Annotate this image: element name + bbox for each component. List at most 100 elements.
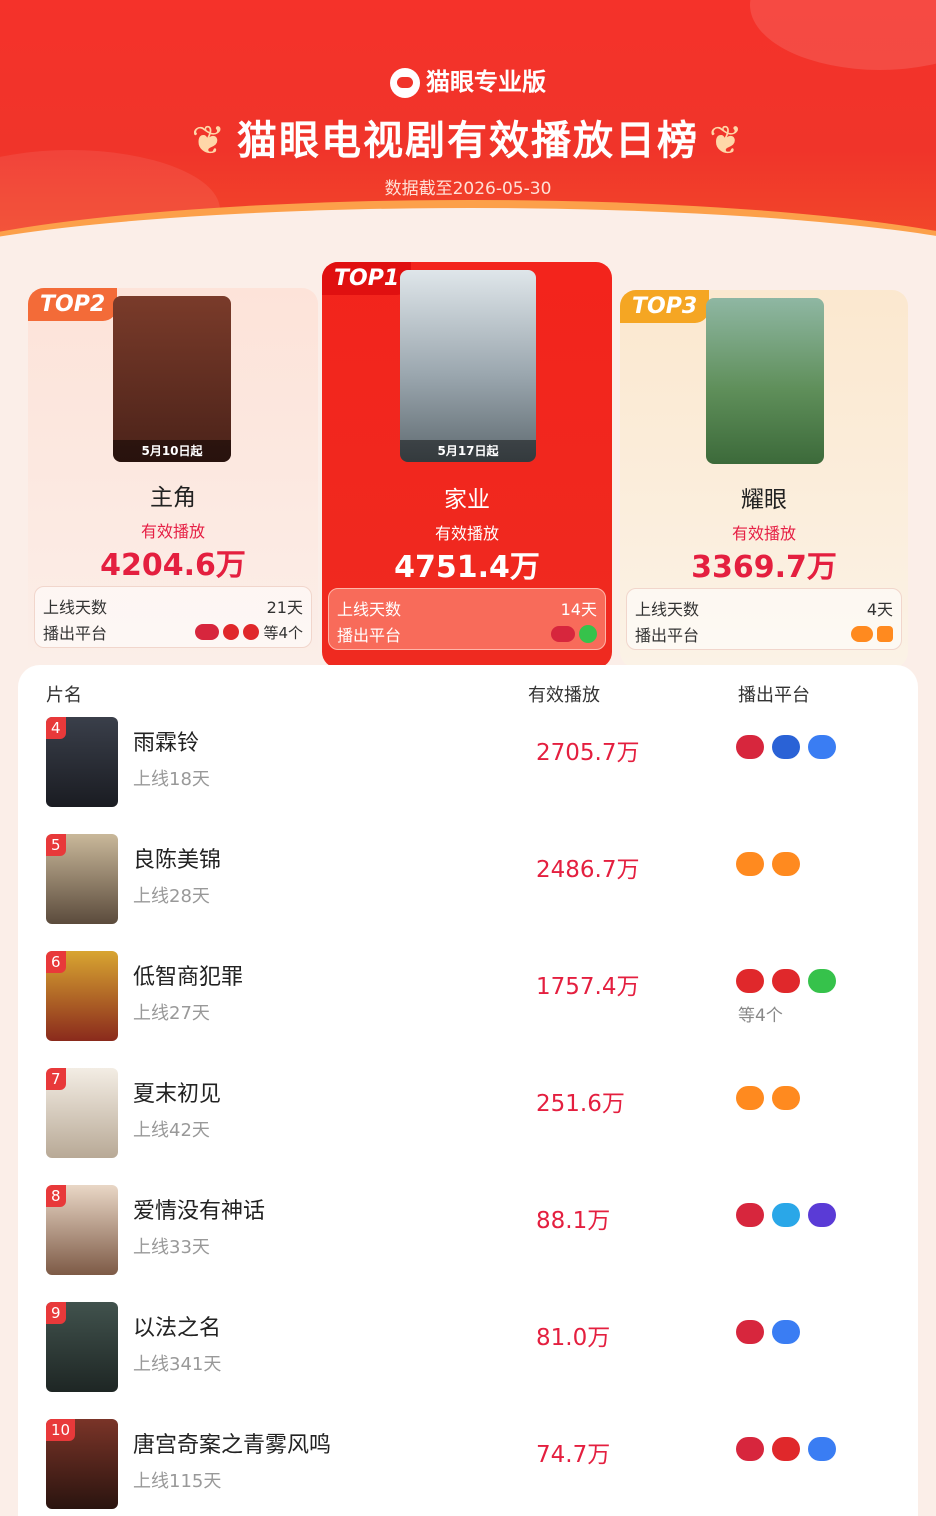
stat-box: 上线天数 4天 播出平台	[626, 588, 902, 650]
metric-value: 4204.6万	[100, 548, 246, 583]
platform-icons	[736, 852, 800, 876]
jiangsu-tv-icon	[736, 969, 764, 993]
days-online: 上线28天	[133, 886, 210, 907]
days-online: 上线42天	[133, 1120, 210, 1141]
poster-thumb: 7	[46, 1068, 118, 1158]
page-title: ❦ 猫眼电视剧有效播放日榜 ❦	[0, 108, 936, 166]
drama-title: 雨霖铃	[133, 731, 200, 756]
poster-image: 5月17日起	[400, 270, 536, 462]
cctv-icon	[551, 626, 575, 642]
list-item[interactable]: 7 夏末初见 上线42天 251.6万	[18, 1068, 918, 1185]
col-header-platform: 播出平台	[738, 685, 810, 706]
platform-more: 等4个	[263, 623, 303, 642]
days-label: 上线天数	[635, 600, 700, 619]
platform-icons	[736, 735, 836, 759]
days-online: 上线33天	[133, 1237, 210, 1258]
poster-caption: 5月17日起	[400, 440, 536, 462]
dragon-tv-icon	[772, 969, 800, 993]
top1-card[interactable]: TOP1 5月17日起 家业 有效播放 4751.4万 上线天数 14天 播出平台	[322, 262, 612, 668]
list-item[interactable]: 6 低智商犯罪 上线27天 1757.4万 等4个	[18, 951, 918, 1068]
metric-value: 3369.7万	[691, 550, 837, 585]
zhejiang-tv-icon	[772, 735, 800, 759]
cctv-icon	[736, 1203, 764, 1227]
mgtv-icon	[772, 1086, 800, 1110]
list-item[interactable]: 8 爱情没有神话 上线33天 88.1万	[18, 1185, 918, 1302]
tencent-video-icon	[772, 1203, 800, 1227]
poster-thumb: 8	[46, 1185, 118, 1275]
mango-icon	[736, 1086, 764, 1110]
mango-icon	[736, 852, 764, 876]
days-label: 上线天数	[337, 600, 402, 619]
days-online: 上线27天	[133, 1003, 210, 1024]
drama-title: 爱情没有神话	[133, 1199, 266, 1224]
platform-icons	[551, 625, 597, 643]
poster-caption: 5月10日起	[113, 440, 231, 462]
youku-icon	[772, 1320, 800, 1344]
metric-value: 2486.7万	[536, 857, 640, 883]
rank-badge: 7	[46, 1068, 66, 1090]
migu-icon	[243, 624, 260, 640]
platform-label: 播出平台	[337, 626, 402, 645]
migu-icon	[808, 1203, 836, 1227]
top2-card[interactable]: TOP2 5月10日起 主角 有效播放 4204.6万 上线天数 21天 播出平台…	[28, 288, 318, 668]
platform-label: 播出平台	[43, 624, 108, 643]
rank-badge: 4	[46, 717, 66, 739]
decor-blob	[750, 0, 936, 70]
maoyan-logo-icon	[390, 68, 420, 98]
youku-icon	[808, 1437, 836, 1461]
poster-image	[706, 298, 824, 464]
drama-title: 夏末初见	[133, 1082, 222, 1107]
drama-title: 主角	[150, 485, 196, 511]
metric-value: 1757.4万	[536, 974, 640, 1000]
mgtv-icon	[877, 626, 893, 642]
iqiyi-icon	[808, 969, 836, 993]
drama-title: 低智商犯罪	[133, 965, 244, 990]
cctv-icon	[736, 735, 764, 759]
days-online: 上线115天	[133, 1471, 222, 1492]
platform-icons	[736, 969, 836, 993]
list-item[interactable]: 4 雨霖铃 上线18天 2705.7万	[18, 717, 918, 834]
drama-title: 家业	[444, 487, 490, 513]
poster-image: 5月10日起	[113, 296, 231, 462]
rank-badge: 10	[46, 1419, 76, 1441]
platform-icons	[851, 626, 893, 642]
platform-icons	[736, 1437, 836, 1461]
top3-card[interactable]: TOP3 耀眼 有效播放 3369.7万 上线天数 4天 播出平台	[620, 290, 908, 668]
laurel-left-icon: ❦	[191, 118, 227, 164]
list-item[interactable]: 5 良陈美锦 上线28天 2486.7万	[18, 834, 918, 951]
platform-icons: 等4个	[195, 622, 303, 643]
rank-tag: TOP2	[28, 288, 118, 321]
list-item[interactable]: 9 以法之名 上线341天 81.0万	[18, 1302, 918, 1419]
metric-value: 88.1万	[536, 1208, 611, 1234]
days-value: 21天	[266, 598, 303, 617]
platform-icons	[736, 1320, 800, 1344]
list-item[interactable]: 10 唐宫奇案之青雾风鸣 上线115天 74.7万	[18, 1419, 918, 1516]
poster-thumb: 5	[46, 834, 118, 924]
stat-box: 上线天数 14天 播出平台	[328, 588, 606, 650]
days-online: 上线18天	[133, 769, 210, 790]
drama-title: 以法之名	[133, 1316, 222, 1341]
metric-label: 有效播放	[434, 524, 499, 543]
metric-value: 251.6万	[536, 1091, 625, 1117]
dragon-tv-icon	[772, 1437, 800, 1461]
days-online: 上线341天	[133, 1354, 222, 1375]
poster-thumb: 9	[46, 1302, 118, 1392]
brand-label: 猫眼专业版	[426, 68, 546, 96]
metric-label: 有效播放	[731, 524, 796, 543]
laurel-right-icon: ❦	[709, 118, 745, 164]
data-date: 数据截至2026-05-30	[384, 179, 552, 199]
iqiyi-icon	[579, 625, 597, 643]
days-label: 上线天数	[43, 598, 108, 617]
mango-icon	[851, 626, 873, 642]
cctv-icon	[195, 624, 220, 640]
ranking-list: 片名 有效播放 播出平台 4 雨霖铃 上线18天 2705.7万 5 良陈美锦 …	[18, 665, 918, 1516]
days-value: 14天	[560, 600, 597, 619]
rank-badge: 8	[46, 1185, 66, 1207]
metric-value: 4751.4万	[394, 550, 540, 585]
days-value: 4天	[866, 600, 893, 619]
youku-icon	[808, 735, 836, 759]
poster-thumb: 6	[46, 951, 118, 1041]
cctv-icon	[736, 1437, 764, 1461]
platform-label: 播出平台	[635, 626, 700, 645]
rank-tag: TOP3	[620, 290, 710, 323]
